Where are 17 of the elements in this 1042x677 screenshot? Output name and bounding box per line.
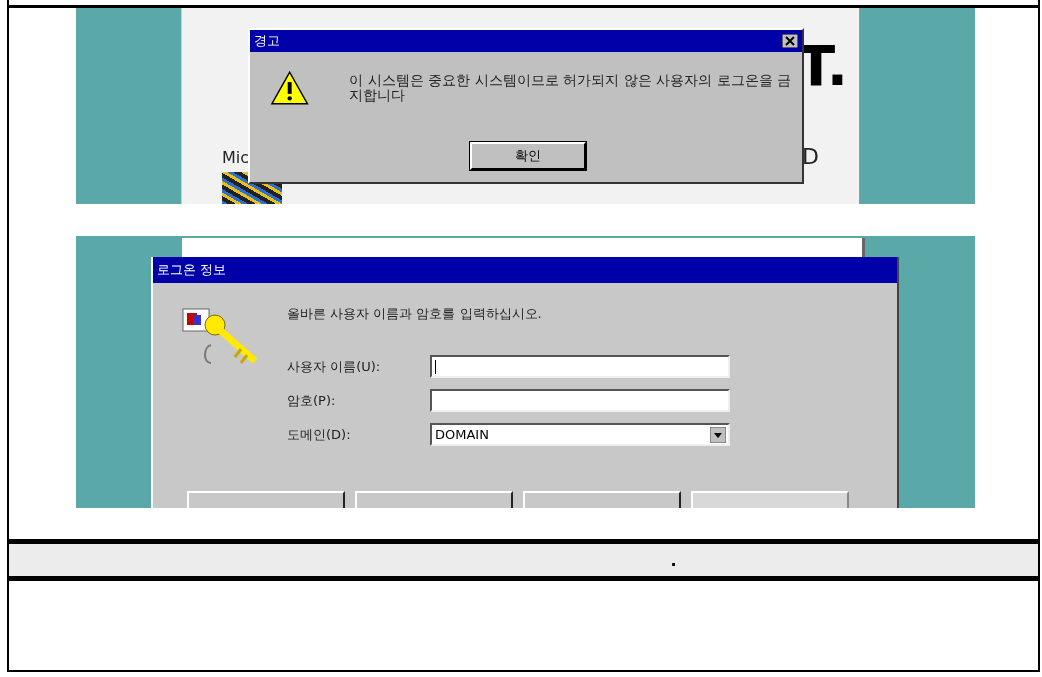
- instruction-text: 올바른 사용자 이름과 암호를 입력하십시오.: [287, 305, 542, 323]
- field-label: 사용자 이름(U):: [287, 357, 382, 376]
- username-field[interactable]: [430, 355, 730, 378]
- dropdown-arrow-icon[interactable]: [710, 426, 726, 443]
- domain-dropdown[interactable]: DOMAIN: [430, 423, 730, 446]
- field-label: 암호(P):: [287, 391, 337, 410]
- warning-message: 이 시스템은 중요한 시스템이므로 허가되지 않은 사용자의 로그온을 금지합니다: [349, 73, 792, 103]
- warning-icon: [270, 70, 310, 106]
- field-label: 도메인(D):: [287, 425, 352, 444]
- caption-text: .: [670, 550, 677, 570]
- close-icon[interactable]: [782, 34, 798, 48]
- logo-text: Mic: [222, 148, 250, 167]
- ok-button[interactable]: 확인: [470, 142, 586, 170]
- window-title: 경고: [254, 32, 280, 50]
- password-field[interactable]: [430, 389, 730, 412]
- splash-text: D: [802, 144, 819, 169]
- window-title: 로그온 정보: [157, 261, 227, 279]
